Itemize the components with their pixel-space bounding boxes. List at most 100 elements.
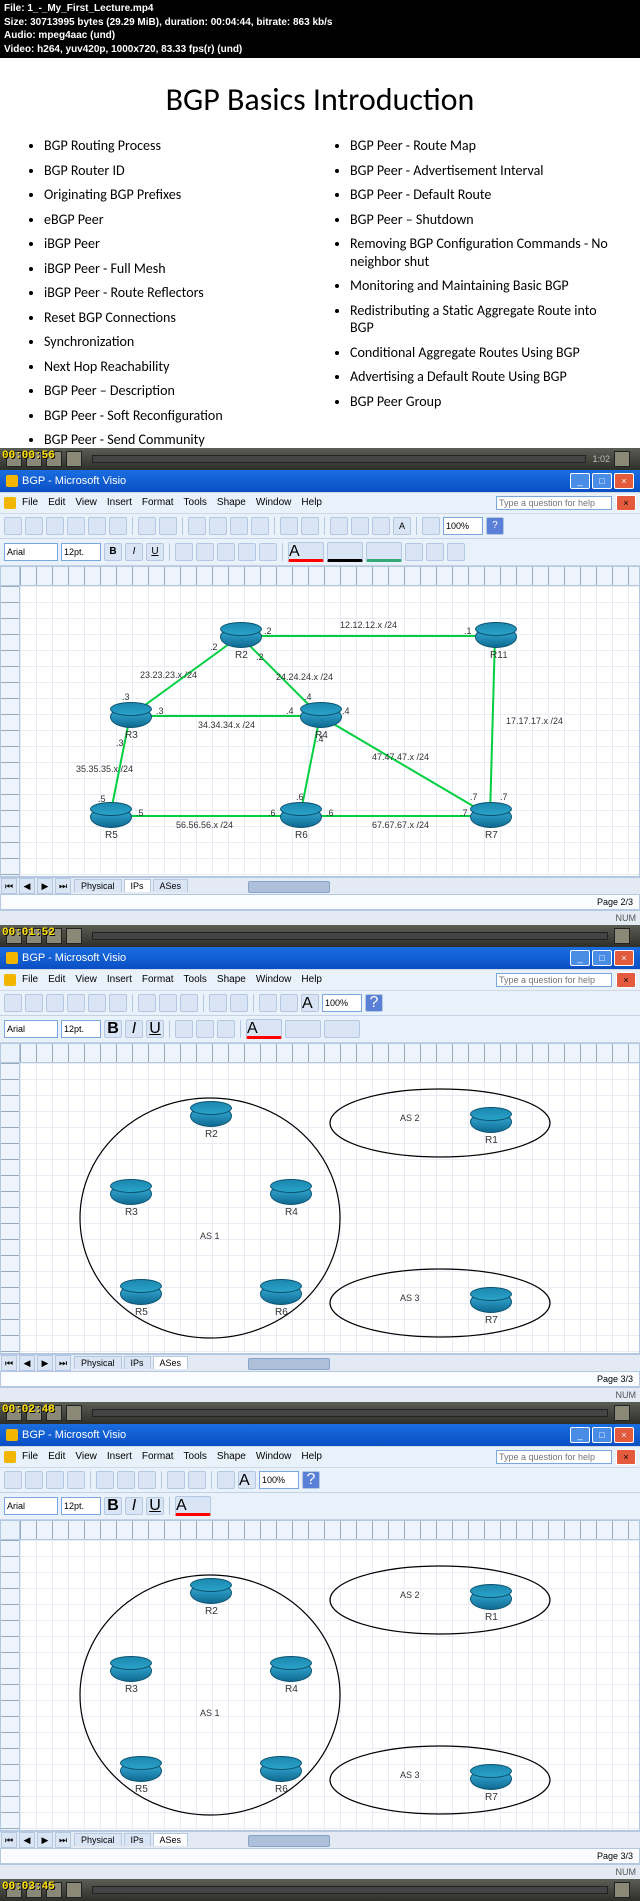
page-tab-ases[interactable]: ASes xyxy=(153,879,189,892)
align-right-icon[interactable] xyxy=(217,543,235,561)
seek-track[interactable] xyxy=(92,1886,608,1894)
router-r7[interactable] xyxy=(470,806,510,826)
drawing-canvas[interactable]: R1 R2 R3 R4 R5 R6 R7 12.12.12.x /24 23.2… xyxy=(20,586,640,877)
zoom-dropdown[interactable]: 100% xyxy=(259,1471,299,1489)
copy-icon[interactable] xyxy=(209,517,227,535)
menu-window[interactable]: Window xyxy=(256,974,292,985)
menu-edit[interactable]: Edit xyxy=(48,1451,65,1462)
stop-button[interactable] xyxy=(66,451,82,467)
align-center-icon[interactable] xyxy=(196,1020,214,1038)
stop-button[interactable] xyxy=(66,1405,82,1421)
align-left-icon[interactable] xyxy=(175,543,193,561)
undo-icon[interactable] xyxy=(167,1471,185,1489)
cut-icon[interactable] xyxy=(188,517,206,535)
spellcheck-icon[interactable] xyxy=(138,517,156,535)
font-name-dropdown[interactable]: Arial xyxy=(4,1020,58,1038)
router-r5[interactable] xyxy=(120,1760,160,1780)
maximize-button[interactable]: □ xyxy=(592,1427,612,1443)
horizontal-scrollbar[interactable] xyxy=(188,1833,640,1847)
line-weight-icon[interactable] xyxy=(405,543,423,561)
redo-icon[interactable] xyxy=(188,1471,206,1489)
volume-button[interactable] xyxy=(614,1882,630,1898)
paste-icon[interactable] xyxy=(230,517,248,535)
tab-next-icon[interactable]: ▶ xyxy=(37,1832,53,1848)
line-color-icon[interactable] xyxy=(327,542,363,562)
page-tab-ases[interactable]: ASes xyxy=(153,1356,189,1369)
print-icon[interactable] xyxy=(67,1471,85,1489)
redo-icon[interactable] xyxy=(301,517,319,535)
menu-edit[interactable]: Edit xyxy=(48,974,65,985)
drawing-canvas[interactable]: AS 2 AS 3 AS 1 R1 R2 R3 R4 R5 R6 R7 xyxy=(20,1540,640,1831)
print-icon[interactable] xyxy=(88,994,106,1012)
router-r3[interactable] xyxy=(110,1660,150,1680)
bold-icon[interactable]: B xyxy=(104,543,122,561)
menu-window[interactable]: Window xyxy=(256,497,292,508)
seek-track[interactable] xyxy=(92,932,608,940)
menu-insert[interactable]: Insert xyxy=(107,1451,132,1462)
text-icon[interactable]: A xyxy=(393,517,411,535)
router-r2[interactable] xyxy=(220,626,260,646)
copy-icon[interactable] xyxy=(159,994,177,1012)
text-icon[interactable]: A xyxy=(301,994,319,1012)
shapes-icon[interactable] xyxy=(330,517,348,535)
menu-view[interactable]: View xyxy=(75,1451,97,1462)
page-tab-physical[interactable]: Physical xyxy=(74,879,122,892)
minimize-button[interactable]: _ xyxy=(570,1427,590,1443)
pointer-icon[interactable] xyxy=(259,994,277,1012)
router-r4[interactable] xyxy=(270,1183,310,1203)
mail-icon[interactable] xyxy=(67,517,85,535)
fill-color-icon[interactable] xyxy=(366,542,402,562)
menu-format[interactable]: Format xyxy=(142,974,174,985)
menu-tools[interactable]: Tools xyxy=(184,497,207,508)
undo-icon[interactable] xyxy=(209,994,227,1012)
help-search-input[interactable] xyxy=(496,496,612,510)
new-icon[interactable] xyxy=(4,517,22,535)
horizontal-scrollbar[interactable] xyxy=(188,1356,640,1370)
volume-button[interactable] xyxy=(614,451,630,467)
maximize-button[interactable]: □ xyxy=(592,473,612,489)
copy-icon[interactable] xyxy=(117,1471,135,1489)
menu-format[interactable]: Format xyxy=(142,497,174,508)
redo-icon[interactable] xyxy=(230,994,248,1012)
menu-help[interactable]: Help xyxy=(301,974,322,985)
line-pattern-icon[interactable] xyxy=(426,543,444,561)
close-button[interactable]: × xyxy=(614,473,634,489)
align-center-icon[interactable] xyxy=(196,543,214,561)
menu-shape[interactable]: Shape xyxy=(217,497,246,508)
font-color-icon[interactable]: A xyxy=(288,542,324,562)
minimize-button[interactable]: _ xyxy=(570,950,590,966)
font-color-icon[interactable]: A xyxy=(175,1496,211,1516)
router-r1[interactable] xyxy=(475,626,515,646)
router-r7[interactable] xyxy=(470,1768,510,1788)
close-button[interactable]: × xyxy=(614,950,634,966)
save-icon[interactable] xyxy=(46,994,64,1012)
stop-button[interactable] xyxy=(66,928,82,944)
router-r6[interactable] xyxy=(260,1283,300,1303)
seek-track[interactable] xyxy=(92,455,586,463)
router-r3[interactable] xyxy=(110,706,150,726)
mdi-close-button[interactable]: × xyxy=(616,972,636,988)
drawing-canvas[interactable]: AS 2 AS 3 AS 1 R1 R2 R3 R4 R5 R6 R7 xyxy=(20,1063,640,1354)
menu-file[interactable]: File xyxy=(22,497,38,508)
underline-icon[interactable]: U xyxy=(146,1020,164,1038)
open-icon[interactable] xyxy=(25,994,43,1012)
router-r5[interactable] xyxy=(90,806,130,826)
menu-window[interactable]: Window xyxy=(256,1451,292,1462)
close-button[interactable]: × xyxy=(614,1427,634,1443)
page-tab-ases[interactable]: ASes xyxy=(153,1833,189,1846)
horizontal-scrollbar[interactable] xyxy=(188,879,640,893)
menu-help[interactable]: Help xyxy=(301,497,322,508)
underline-icon[interactable]: U xyxy=(146,543,164,561)
router-r6[interactable] xyxy=(280,806,320,826)
tab-prev-icon[interactable]: ◀ xyxy=(19,1832,35,1848)
menu-tools[interactable]: Tools xyxy=(184,1451,207,1462)
menu-file[interactable]: File xyxy=(22,974,38,985)
menu-tools[interactable]: Tools xyxy=(184,974,207,985)
underline-icon[interactable]: U xyxy=(146,1497,164,1515)
font-size-dropdown[interactable]: 12pt. xyxy=(61,543,101,561)
menu-view[interactable]: View xyxy=(75,974,97,985)
help-icon[interactable]: ? xyxy=(365,994,383,1012)
pointer-icon[interactable] xyxy=(217,1471,235,1489)
help-search-input[interactable] xyxy=(496,973,612,987)
research-icon[interactable] xyxy=(159,517,177,535)
